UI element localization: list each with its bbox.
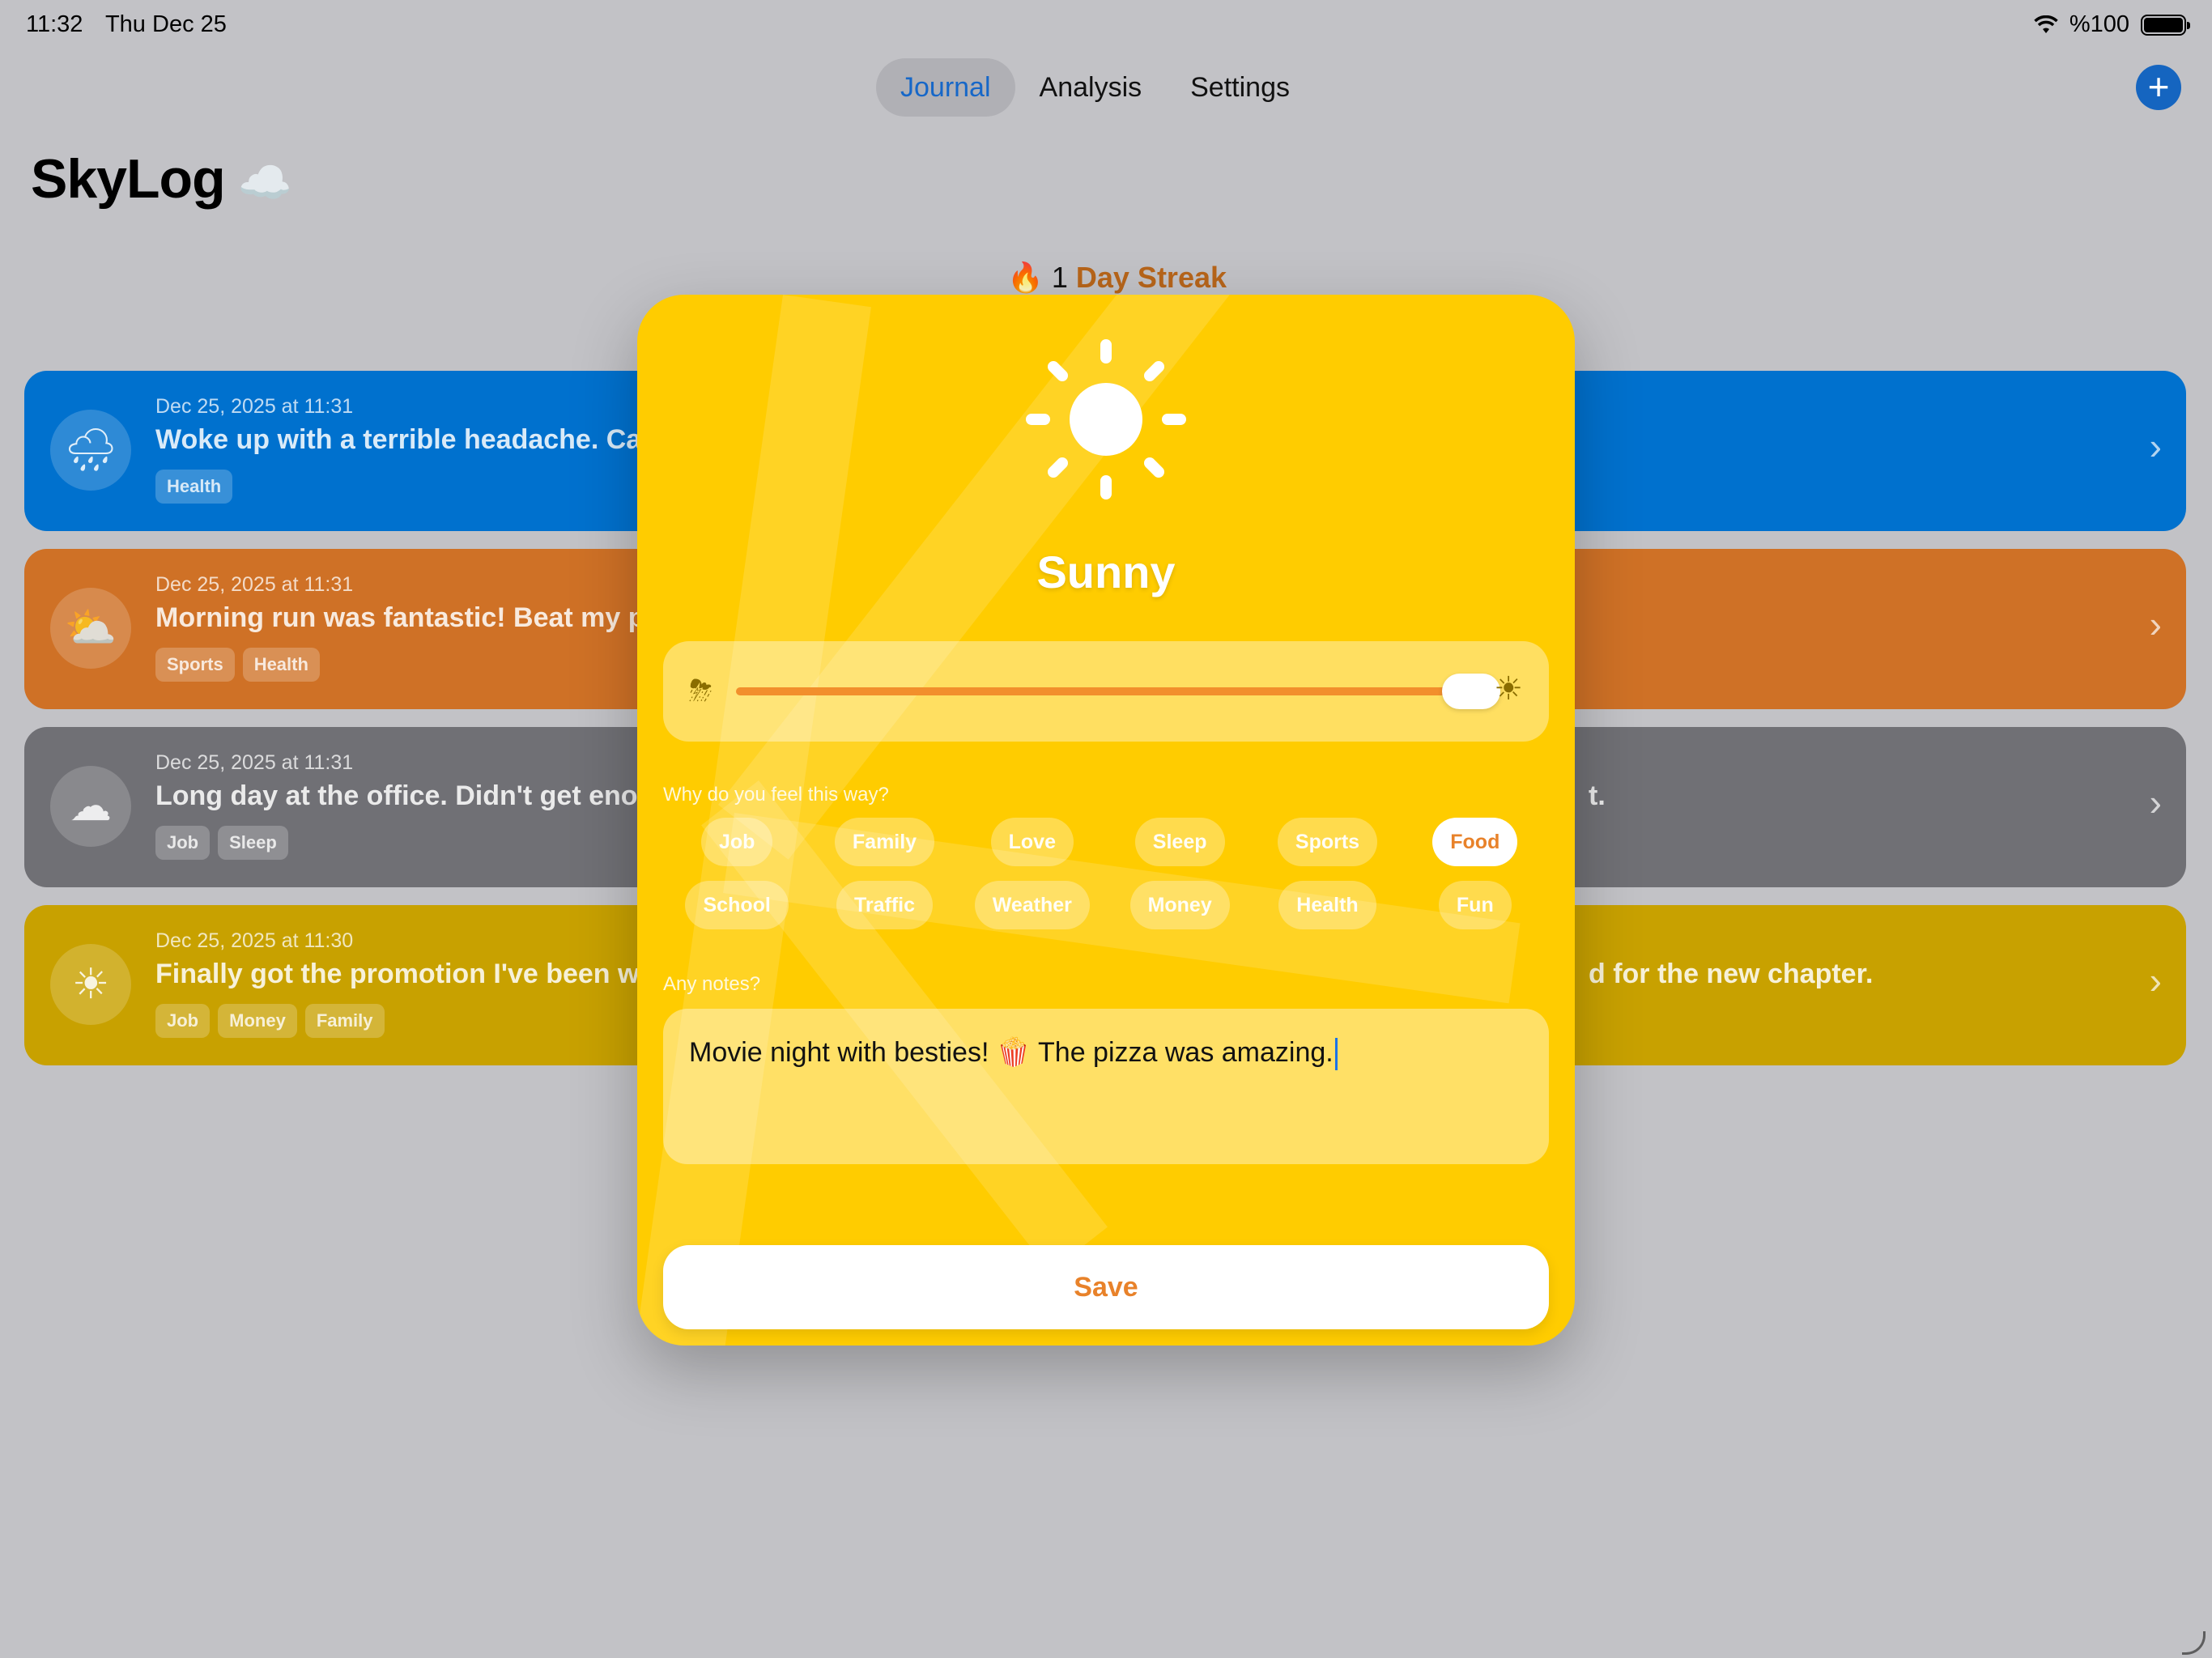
entry-date: Dec 25, 2025 at 11:31 bbox=[155, 573, 354, 596]
notes-field[interactable]: Movie night with besties! 🍿 The pizza wa… bbox=[663, 1009, 1549, 1164]
tag-food[interactable]: Food bbox=[1432, 818, 1518, 866]
tag-weather[interactable]: Weather bbox=[974, 881, 1090, 929]
chevron-right-icon: › bbox=[2149, 603, 2162, 645]
page-title: SkyLog ☁️ bbox=[31, 147, 292, 210]
why-label: Why do you feel this way? bbox=[663, 784, 889, 806]
entry-date: Dec 25, 2025 at 11:31 bbox=[155, 395, 354, 418]
sun-icon: ☀ bbox=[50, 944, 131, 1025]
tag-fun[interactable]: Fun bbox=[1438, 881, 1512, 929]
streak-indicator: 🔥 1 Day Streak bbox=[1007, 261, 1227, 295]
status-date: Thu Dec 25 bbox=[104, 11, 227, 37]
resize-handle-icon[interactable] bbox=[2182, 1631, 2206, 1655]
tag-money[interactable]: Money bbox=[1129, 881, 1230, 929]
status-bar: 11:32 Thu Dec 25 %100 bbox=[26, 11, 2190, 40]
mood-slider-container: ⛈ ☀ bbox=[663, 641, 1549, 742]
battery-icon bbox=[2141, 14, 2190, 36]
tag-chip: Sleep bbox=[218, 826, 288, 860]
rain-cloud-icon: 🌧 bbox=[50, 410, 131, 491]
fire-icon: 🔥 bbox=[1007, 261, 1044, 294]
wifi-icon bbox=[2034, 15, 2058, 33]
entry-text-tail: t. bbox=[1589, 780, 1606, 811]
tag-chip: Money bbox=[218, 1004, 297, 1038]
streak-count: 1 bbox=[1051, 261, 1068, 294]
chevron-right-icon: › bbox=[2149, 959, 2162, 1001]
tag-chip: Job bbox=[155, 1004, 211, 1038]
tag-chip: Sports bbox=[155, 648, 235, 682]
chevron-right-icon: › bbox=[2149, 781, 2162, 823]
save-button[interactable]: Save bbox=[663, 1245, 1549, 1329]
notes-label: Any notes? bbox=[663, 973, 761, 995]
tag-health[interactable]: Health bbox=[1278, 881, 1376, 929]
mood-title: Sunny bbox=[1036, 546, 1176, 597]
tag-chip: Family bbox=[304, 1004, 385, 1038]
mood-slider-thumb[interactable] bbox=[1442, 674, 1500, 709]
app-title-text: SkyLog bbox=[31, 148, 226, 210]
status-right: %100 bbox=[2034, 11, 2190, 38]
tag-family[interactable]: Family bbox=[834, 818, 935, 866]
entry-tags: Job Sleep bbox=[155, 826, 288, 860]
tag-chip: Job bbox=[155, 826, 211, 860]
tab-bar: Journal Analysis Settings bbox=[876, 58, 1314, 117]
tag-chip: Health bbox=[242, 648, 320, 682]
status-left: 11:32 Thu Dec 25 bbox=[26, 11, 243, 38]
entry-text-tail: d for the new chapter. bbox=[1589, 959, 1874, 989]
tag-traffic[interactable]: Traffic bbox=[836, 881, 933, 929]
sun-icon: ☀ bbox=[1494, 671, 1523, 707]
tab-settings[interactable]: Settings bbox=[1166, 58, 1314, 117]
storm-cloud-icon: ⛈ bbox=[689, 674, 713, 707]
tag-job[interactable]: Job bbox=[700, 818, 773, 866]
tag-sports[interactable]: Sports bbox=[1277, 818, 1378, 866]
entry-tags: Health bbox=[155, 470, 233, 504]
add-entry-button[interactable]: + bbox=[2136, 65, 2181, 110]
sunny-mood-icon bbox=[1026, 339, 1186, 500]
tag-sleep[interactable]: Sleep bbox=[1134, 818, 1225, 866]
battery-percent: %100 bbox=[2069, 11, 2129, 37]
entry-date: Dec 25, 2025 at 11:30 bbox=[155, 929, 354, 952]
entry-text: Long day at the office. Didn't get enou bbox=[155, 780, 655, 811]
cloud-icon: ☁ bbox=[50, 766, 131, 847]
chevron-right-icon: › bbox=[2149, 425, 2162, 467]
tab-journal[interactable]: Journal bbox=[876, 58, 1015, 117]
entry-text: Finally got the promotion I've been wo bbox=[155, 959, 657, 989]
partly-sunny-icon: ⛅ bbox=[50, 588, 131, 669]
status-time: 11:32 bbox=[26, 11, 83, 37]
reason-tag-grid: Job Family Love Sleep Sports Food School… bbox=[663, 818, 1549, 929]
tag-love[interactable]: Love bbox=[990, 818, 1074, 866]
entry-text: Woke up with a terrible headache. Ca bbox=[155, 424, 642, 455]
entry-tags: Sports Health bbox=[155, 648, 320, 682]
entry-tags: Job Money Family bbox=[155, 1004, 385, 1038]
tag-school[interactable]: School bbox=[685, 881, 789, 929]
cloud-icon: ☁️ bbox=[237, 159, 292, 207]
text-caret bbox=[1334, 1038, 1338, 1071]
entry-text: Morning run was fantastic! Beat my p bbox=[155, 602, 645, 633]
tag-chip: Health bbox=[155, 470, 233, 504]
notes-value: Movie night with besties! 🍿 The pizza wa… bbox=[689, 1037, 1334, 1068]
entry-date: Dec 25, 2025 at 11:31 bbox=[155, 751, 354, 774]
mood-slider-track[interactable] bbox=[736, 687, 1448, 695]
tab-analysis[interactable]: Analysis bbox=[1015, 58, 1167, 117]
notes-text: Movie night with besties! 🍿 The pizza wa… bbox=[689, 1036, 1338, 1071]
new-entry-sheet: Sunny ⛈ ☀ Why do you feel this way? Job … bbox=[637, 295, 1575, 1346]
streak-label: Day Streak bbox=[1075, 261, 1227, 294]
